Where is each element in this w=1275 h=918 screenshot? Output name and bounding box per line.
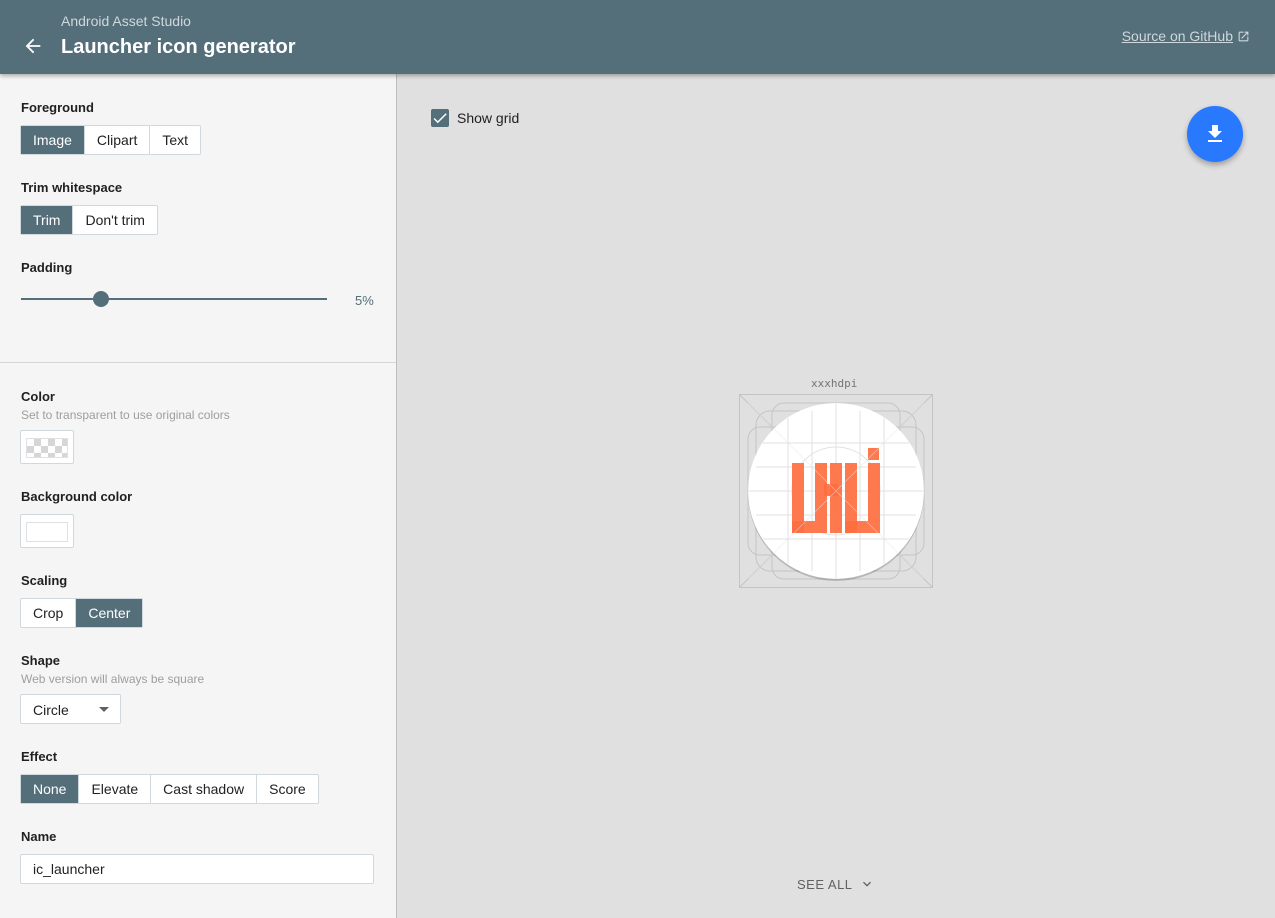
padding-slider-thumb[interactable] xyxy=(93,291,109,307)
preview-area: Show grid xxxhdpi SEE ALL xyxy=(398,74,1275,918)
effect-none-button[interactable]: None xyxy=(21,775,80,803)
scaling-center-button[interactable]: Center xyxy=(76,599,143,627)
effect-score-button[interactable]: Score xyxy=(257,775,318,803)
name-input[interactable] xyxy=(20,854,374,884)
background-color-preview xyxy=(26,522,68,542)
download-icon xyxy=(1208,125,1222,142)
arrow-back-icon[interactable] xyxy=(22,35,44,57)
shape-select-value: Circle xyxy=(33,702,69,718)
scaling-toggle: Crop Center xyxy=(20,598,144,628)
trim-toggle: Trim Don't trim xyxy=(20,205,158,235)
foreground-toggle: Image Clipart Text xyxy=(20,125,202,155)
section-divider xyxy=(0,362,396,363)
color-hint: Set to transparent to use original color… xyxy=(21,408,230,422)
transparent-color-preview xyxy=(26,438,68,458)
github-link-label: Source on GitHub xyxy=(1121,28,1233,44)
padding-value: 5% xyxy=(355,293,374,308)
foreground-clipart-button[interactable]: Clipart xyxy=(85,126,151,154)
page-title: Launcher icon generator xyxy=(61,36,296,58)
effect-elevate-button[interactable]: Elevate xyxy=(79,775,152,803)
color-swatch-button[interactable] xyxy=(20,430,74,464)
scaling-crop-button[interactable]: Crop xyxy=(21,599,77,627)
color-label: Color xyxy=(21,389,55,404)
dropdown-arrow-icon xyxy=(99,707,109,712)
padding-label: Padding xyxy=(21,260,73,275)
background-color-swatch-button[interactable] xyxy=(20,514,74,548)
download-button[interactable] xyxy=(1187,106,1243,162)
shape-select[interactable]: Circle xyxy=(20,694,121,724)
scaling-label: Scaling xyxy=(21,573,68,588)
trim-label: Trim whitespace xyxy=(21,180,123,195)
show-grid-label[interactable]: Show grid xyxy=(457,110,519,126)
foreground-label: Foreground xyxy=(21,100,94,115)
foreground-image-button[interactable]: Image xyxy=(21,126,85,154)
open-in-new-icon xyxy=(1238,31,1249,41)
foreground-text-button[interactable]: Text xyxy=(150,126,200,154)
effect-cast-shadow-button[interactable]: Cast shadow xyxy=(151,775,258,803)
padding-slider-track[interactable] xyxy=(21,298,327,300)
shape-hint: Web version will always be square xyxy=(21,672,205,686)
see-all-label: SEE ALL xyxy=(797,876,853,892)
options-sidebar: Foreground Image Clipart Text Trim white… xyxy=(0,74,397,918)
show-grid-checkbox[interactable] xyxy=(431,109,449,127)
check-icon xyxy=(433,113,447,124)
github-source-link[interactable]: Source on GitHub xyxy=(1122,28,1250,44)
launcher-icon-preview xyxy=(739,394,933,588)
see-all-button[interactable]: SEE ALL xyxy=(797,876,875,892)
app-subtitle: Android Asset Studio xyxy=(61,13,191,29)
dont-trim-button[interactable]: Don't trim xyxy=(73,206,156,234)
name-label: Name xyxy=(21,829,57,844)
effect-toggle: None Elevate Cast shadow Score xyxy=(20,774,319,804)
chevron-down-icon xyxy=(862,881,871,887)
shape-label: Shape xyxy=(21,653,61,668)
trim-button[interactable]: Trim xyxy=(21,206,74,234)
background-color-label: Background color xyxy=(21,489,133,504)
app-header: Android Asset Studio Launcher icon gener… xyxy=(0,0,1275,74)
density-label: xxxhdpi xyxy=(811,377,858,390)
effect-label: Effect xyxy=(21,749,58,764)
